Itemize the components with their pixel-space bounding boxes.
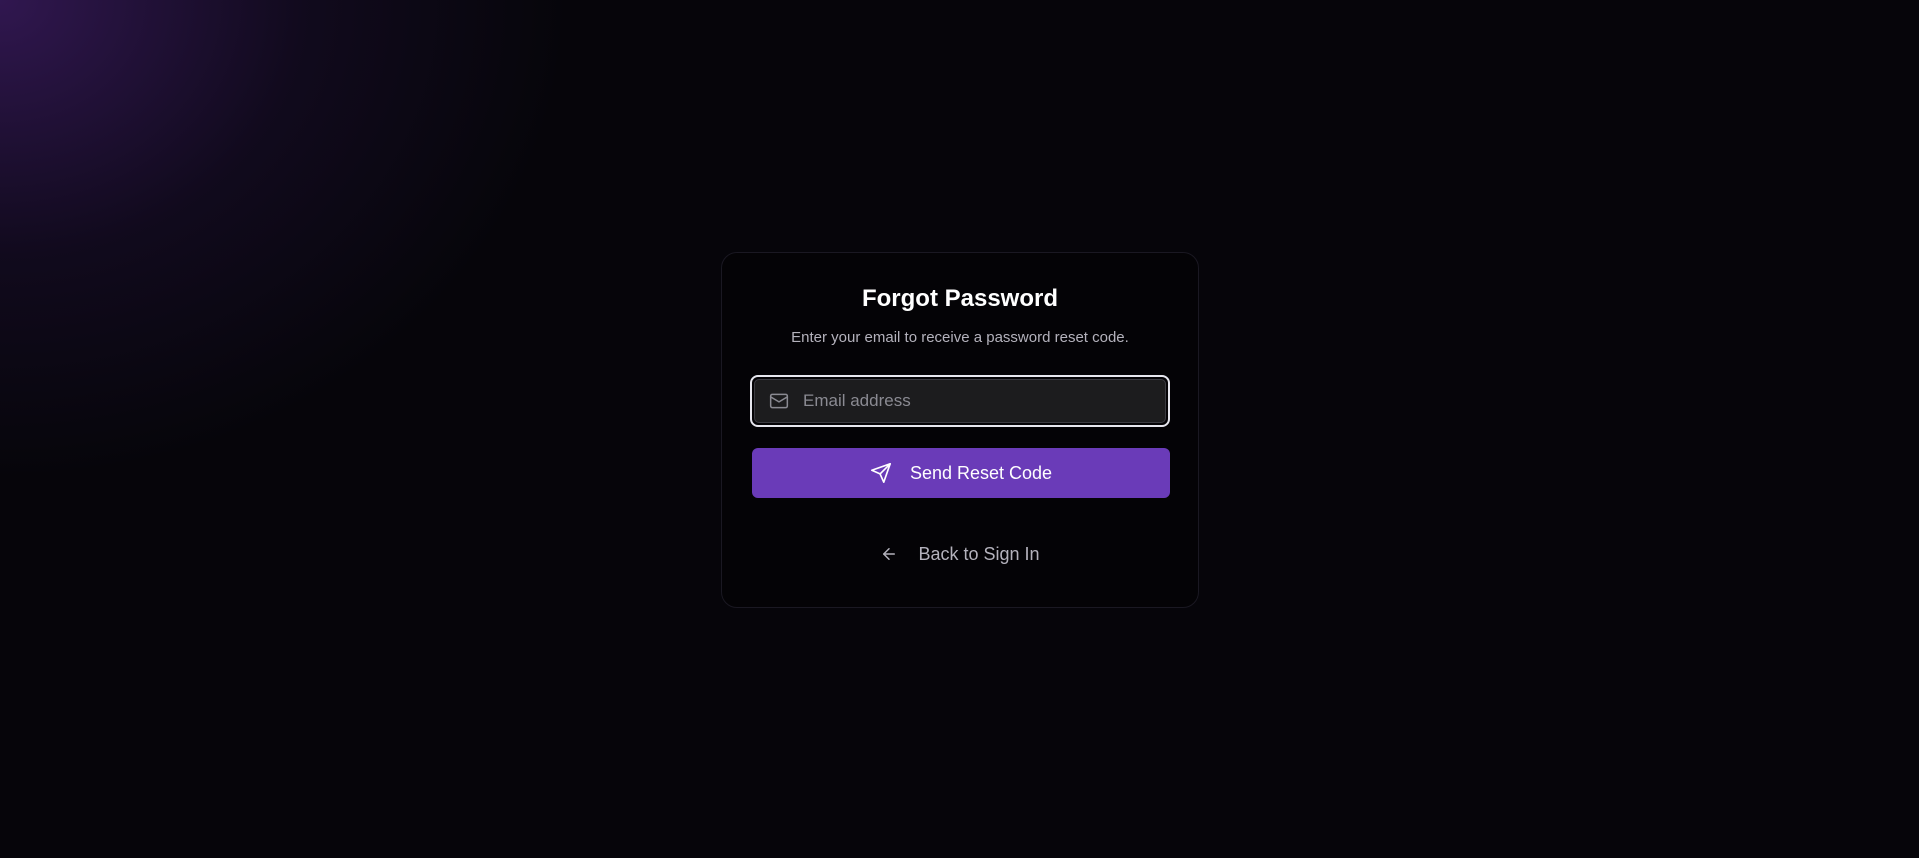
email-field — [750, 375, 1170, 427]
send-reset-code-button[interactable]: Send Reset Code — [752, 448, 1170, 498]
back-link-label: Back to Sign In — [918, 543, 1040, 564]
mail-icon — [769, 391, 789, 411]
email-field-box[interactable] — [754, 379, 1166, 423]
forgot-password-card: Forgot Password Enter your email to rece… — [721, 252, 1199, 608]
arrow-left-icon — [880, 545, 898, 563]
back-link-content: Back to Sign In — [880, 543, 1040, 565]
send-reset-code-label: Send Reset Code — [909, 462, 1053, 483]
email-input[interactable] — [803, 380, 1155, 422]
page-subtitle: Enter your email to receive a password r… — [791, 329, 1129, 346]
back-to-sign-in-link[interactable]: Back to Sign In — [722, 543, 1198, 565]
send-icon — [870, 462, 892, 484]
page-title: Forgot Password — [861, 285, 1059, 312]
